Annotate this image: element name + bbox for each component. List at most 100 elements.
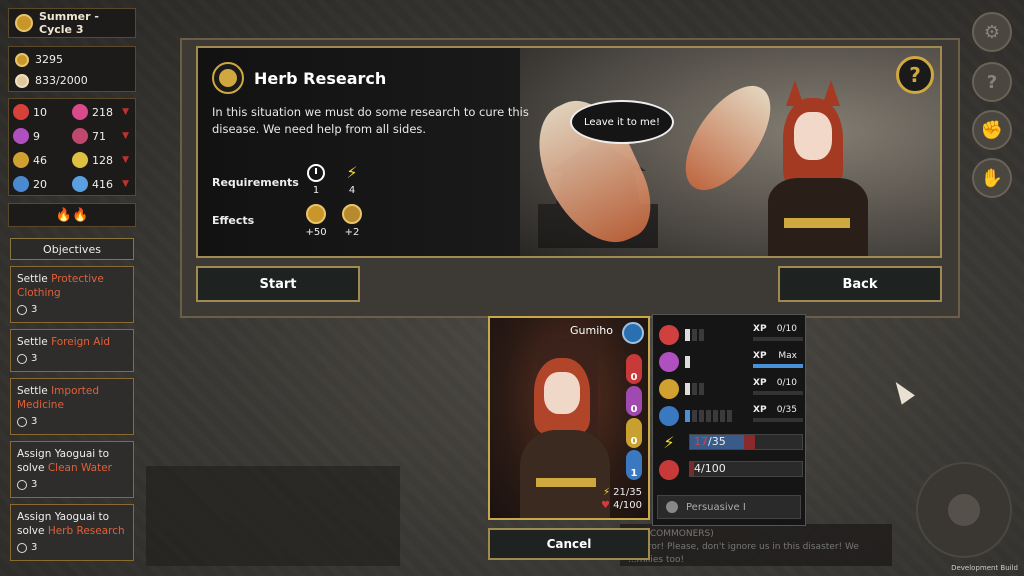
season-label: Summer - Cycle 3 — [39, 10, 99, 36]
objective-item[interactable]: Assign Yaoguai to solve Herb Research 3 — [10, 504, 134, 561]
xp-value: 0/10 — [776, 378, 797, 388]
energy-value: 4 — [348, 185, 356, 196]
question-icon: ? — [909, 63, 921, 87]
gold-effect-value: +50 — [305, 227, 327, 238]
effects-list: +50 +2 — [305, 204, 362, 238]
objective-text: Settle — [17, 336, 52, 348]
back-button[interactable]: Back — [778, 266, 942, 302]
faction-value: 218 — [92, 105, 113, 119]
scroll-icon[interactable]: ✋ — [972, 158, 1012, 198]
cancel-button[interactable]: Cancel — [488, 528, 650, 560]
faction-icon — [72, 128, 88, 144]
objective-item[interactable]: Assign Yaoguai to solve Clean Water 3 — [10, 441, 134, 498]
character-class-icon — [622, 322, 644, 344]
energy-cost-fill — [743, 435, 755, 449]
faction-stat: 218 ▼ — [72, 101, 131, 123]
objectives-list: Settle Protective Clothing 3 Settle Foreig… — [8, 262, 136, 562]
trait-badge[interactable]: Persuasive I — [657, 495, 801, 519]
decrease-arrow-icon: ▼ — [122, 107, 129, 117]
energy-value: 21/35 — [613, 487, 642, 498]
xp-value: 0/35 — [776, 405, 797, 415]
settings-gear-icon[interactable]: ⚙ — [972, 12, 1012, 52]
faction-value: 71 — [92, 129, 106, 143]
character-card[interactable]: Gumiho 0 0 0 1 ⚡ 21/35 ♥ 4/100 — [488, 316, 650, 520]
clock-icon — [17, 480, 27, 490]
objective-target: Herb Research — [47, 525, 125, 537]
morale-icon — [342, 204, 362, 224]
play-icon[interactable] — [948, 494, 980, 526]
help-question-icon[interactable]: ? — [972, 62, 1012, 102]
face — [544, 372, 580, 414]
face — [794, 112, 832, 160]
robe — [520, 430, 610, 518]
xp-bar — [753, 364, 803, 368]
objective-item[interactable]: Settle Imported Medicine 3 — [10, 378, 134, 435]
health-value: 4/100 — [613, 500, 642, 511]
spirit-pill: 1 — [626, 450, 642, 480]
objective-count: 3 — [31, 542, 38, 553]
xp-bar — [753, 391, 803, 395]
faction-value: 46 — [33, 153, 47, 167]
pill-value: 0 — [630, 404, 638, 415]
pill-value: 0 — [630, 372, 638, 383]
requirements-list: 1 ⚡ 4 — [306, 164, 362, 196]
character-name: Gumiho — [570, 324, 613, 337]
start-label: Start — [259, 276, 297, 292]
decrease-arrow-icon: ▼ — [122, 131, 129, 141]
objective-text: Settle — [17, 273, 52, 285]
start-button[interactable]: Start — [196, 266, 360, 302]
help-button[interactable]: ? — [896, 56, 934, 94]
trait-label: Persuasive I — [686, 501, 746, 513]
faction-icon — [72, 152, 88, 168]
wisdom-pill: 0 — [626, 418, 642, 448]
fist-icon[interactable]: ✊ — [972, 110, 1012, 150]
gold-value: 3295 — [35, 53, 63, 66]
lightning-icon: ⚡ — [602, 487, 610, 498]
speech-bubble: Leave it to me! — [570, 100, 674, 144]
morale-effect: +2 — [342, 204, 362, 238]
clock-icon — [17, 305, 27, 315]
faction-icon — [13, 128, 29, 144]
requirements-label: Requirements — [212, 176, 299, 189]
xp-label: XP — [753, 324, 767, 334]
objective-target: Clean Water — [47, 462, 113, 474]
objective-item[interactable]: Settle Foreign Aid 3 — [10, 329, 134, 372]
spirit-icon — [659, 405, 679, 426]
head-silhouette-icon — [666, 501, 678, 513]
energy-row: ⚡ 17/35 — [659, 429, 803, 456]
objectives-header[interactable]: Objectives — [10, 238, 134, 260]
objective-item[interactable]: Settle Protective Clothing 3 — [10, 266, 134, 323]
clock-icon — [17, 354, 27, 364]
dialog-title: Herb Research — [254, 68, 387, 88]
clock-icon — [307, 164, 325, 182]
health-text: 4/100 — [694, 462, 726, 475]
dev-build-label: Development Build — [951, 564, 1018, 572]
morale-effect-value: +2 — [344, 227, 360, 238]
energy-bar: 17/35 — [689, 434, 803, 450]
energy-requirement: ⚡ 4 — [342, 164, 362, 197]
flames-indicator: 🔥🔥 — [8, 203, 136, 227]
time-control-wheel[interactable] — [916, 462, 1012, 558]
back-label: Back — [842, 276, 878, 292]
event-notice: ...D (COMMONERS) ...peror! Please, don't… — [620, 524, 892, 566]
notice-title: ...D (COMMONERS) — [628, 529, 714, 539]
xp-label: XP — [753, 351, 767, 361]
charm-pill: 0 — [626, 386, 642, 416]
xp-value: Max — [778, 351, 797, 361]
pill-value: 1 — [630, 468, 638, 479]
time-value: 1 — [312, 185, 320, 196]
season-indicator: Summer - Cycle 3 — [8, 8, 136, 38]
head-icon — [659, 378, 679, 399]
cancel-label: Cancel — [546, 537, 592, 551]
faction-stat: 71 ▼ — [72, 125, 131, 147]
health-bar: 4/100 — [689, 461, 803, 477]
clock-icon — [17, 417, 27, 427]
skill-row: XP 0/10 — [659, 375, 803, 402]
faction-icon — [13, 176, 29, 192]
faction-value: 10 — [33, 105, 47, 119]
xp-bar — [753, 337, 803, 341]
xp-label: XP — [753, 405, 767, 415]
sun-icon — [15, 14, 33, 32]
gold-effect: +50 — [305, 204, 327, 238]
objective-count: 3 — [31, 304, 38, 315]
